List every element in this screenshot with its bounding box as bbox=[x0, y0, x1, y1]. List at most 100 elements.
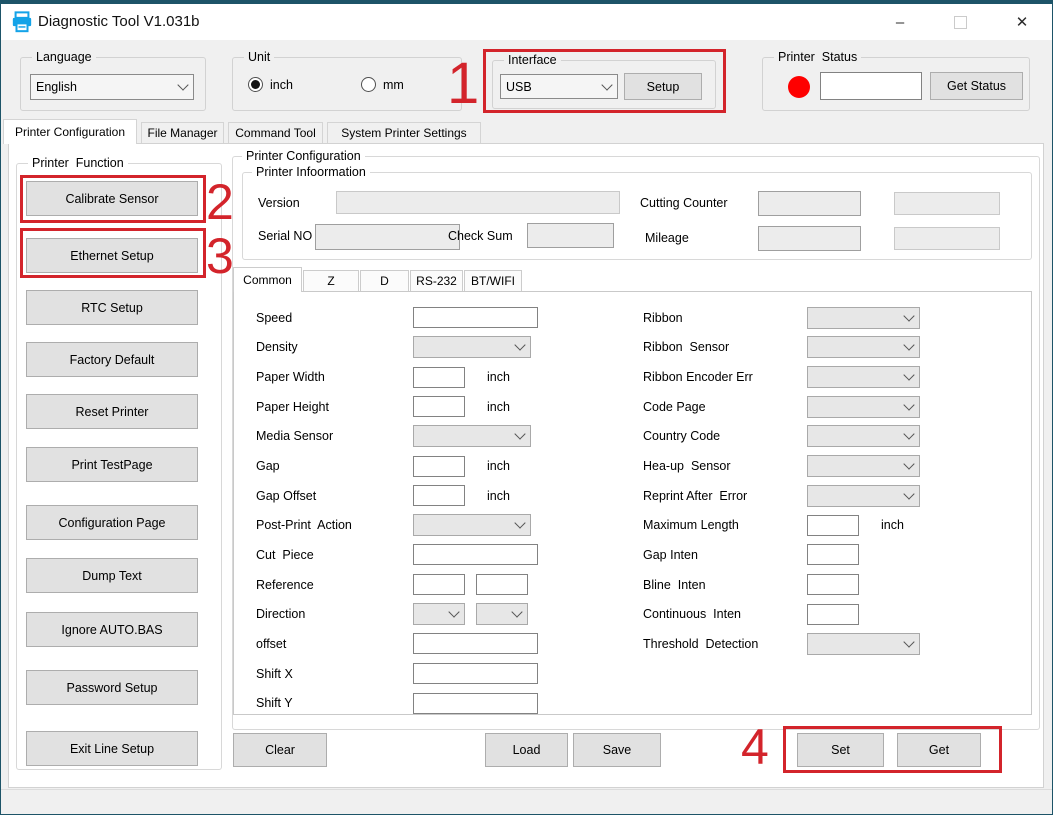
unit-radio-inch[interactable] bbox=[248, 77, 263, 92]
threshold-detection-row: Threshold Detection bbox=[643, 629, 983, 659]
config-tab-d[interactable]: D bbox=[360, 270, 409, 291]
gap-inten-input[interactable] bbox=[807, 544, 859, 565]
tab-file-manager[interactable]: File Manager bbox=[141, 122, 224, 143]
printer-status-field[interactable] bbox=[820, 72, 922, 100]
hea-up-sensor-select[interactable] bbox=[807, 455, 920, 477]
country-code-row: Country Code bbox=[643, 422, 983, 452]
reset-printer-button[interactable]: Reset Printer bbox=[26, 394, 198, 429]
threshold-detection-select[interactable] bbox=[807, 633, 920, 655]
hea-up-sensor-row: Hea-up Sensor bbox=[643, 451, 983, 481]
country-code-label: Country Code bbox=[643, 429, 807, 443]
media-sensor-row: Media Sensor bbox=[256, 422, 586, 452]
chevron-down-icon bbox=[177, 79, 188, 90]
set-button[interactable]: Set bbox=[797, 733, 884, 767]
ribbon-select[interactable] bbox=[807, 307, 920, 329]
paper-width-row: Paper Widthinch bbox=[256, 362, 586, 392]
ribbon-row: Ribbon bbox=[643, 303, 983, 333]
unit-option-mm: mm bbox=[361, 77, 404, 92]
direction-label: Direction bbox=[256, 607, 413, 621]
config-tab-btwifi[interactable]: BT/WIFI bbox=[464, 270, 522, 291]
maximum-length-row: Maximum Lengthinch bbox=[643, 510, 983, 540]
unit-radio-mm[interactable] bbox=[361, 77, 376, 92]
tab-system-printer-settings[interactable]: System Printer Settings bbox=[327, 122, 481, 143]
cutting-counter-label: Cutting Counter bbox=[640, 196, 728, 210]
status-indicator bbox=[788, 76, 810, 98]
maximum-length-unit-label: inch bbox=[881, 518, 904, 532]
country-code-select[interactable] bbox=[807, 425, 920, 447]
setup-button[interactable]: Setup bbox=[624, 73, 702, 100]
reference-input-1[interactable] bbox=[413, 574, 465, 595]
offset-label: offset bbox=[256, 637, 413, 651]
language-select[interactable]: English bbox=[30, 74, 194, 100]
save-button[interactable]: Save bbox=[573, 733, 661, 767]
reference-input-2[interactable] bbox=[476, 574, 528, 595]
dump-text-button[interactable]: Dump Text bbox=[26, 558, 198, 593]
clear-button[interactable]: Clear bbox=[233, 733, 327, 767]
gap-offset-unit-label: inch bbox=[487, 489, 510, 503]
post-print-action-select[interactable] bbox=[413, 514, 531, 536]
cutting-counter-field-1 bbox=[758, 191, 861, 216]
check-sum-label: Check Sum bbox=[448, 229, 513, 243]
continuous-inten-label: Continuous Inten bbox=[643, 607, 807, 621]
paper-height-input[interactable] bbox=[413, 396, 465, 417]
maximize-icon bbox=[954, 16, 967, 29]
get-status-button[interactable]: Get Status bbox=[930, 72, 1023, 100]
ethernet-setup-button[interactable]: Ethernet Setup bbox=[26, 238, 198, 273]
gap-offset-row: Gap Offset inch bbox=[256, 481, 586, 511]
gap-offset-label: Gap Offset bbox=[256, 489, 413, 503]
paper-width-input[interactable] bbox=[413, 367, 465, 388]
printer-configuration-title: Printer Configuration bbox=[242, 149, 365, 163]
config-tab-z[interactable]: Z bbox=[303, 270, 359, 291]
tab-printer-configuration[interactable]: Printer Configuration bbox=[3, 119, 137, 144]
exit-line-setup-button[interactable]: Exit Line Setup bbox=[26, 731, 198, 766]
ribbon-encoder-err-select[interactable] bbox=[807, 366, 920, 388]
chevron-down-icon bbox=[903, 340, 914, 351]
interface-select[interactable]: USB bbox=[500, 74, 618, 99]
config-tab-common[interactable]: Common bbox=[233, 267, 302, 292]
mileage-label: Mileage bbox=[645, 231, 689, 245]
reference-row: Reference bbox=[256, 570, 586, 600]
offset-input[interactable] bbox=[413, 633, 538, 654]
density-row: Density bbox=[256, 333, 586, 363]
bline-inten-input[interactable] bbox=[807, 574, 859, 595]
interface-label: Interface bbox=[504, 53, 561, 67]
configuration-page-button[interactable]: Configuration Page bbox=[26, 505, 198, 540]
reprint-after-error-select[interactable] bbox=[807, 485, 920, 507]
minimize-button[interactable]: – bbox=[878, 4, 922, 40]
cut-piece-row: Cut Piece bbox=[256, 540, 586, 570]
gap-unit-label: inch bbox=[487, 459, 510, 473]
shift-x-input[interactable] bbox=[413, 663, 538, 684]
maximum-length-input[interactable] bbox=[807, 515, 859, 536]
serial-no-field bbox=[315, 224, 460, 250]
load-button[interactable]: Load bbox=[485, 733, 568, 767]
direction-select-2[interactable] bbox=[476, 603, 528, 625]
close-button[interactable]: ✕ bbox=[1000, 4, 1044, 40]
calibrate-sensor-button[interactable]: Calibrate Sensor bbox=[26, 181, 198, 216]
config-tab-rs-232[interactable]: RS-232 bbox=[410, 270, 463, 291]
app-window: Diagnostic Tool V1.031b – ✕ Language Eng… bbox=[0, 0, 1053, 815]
post-print-action-row: Post-Print Action bbox=[256, 510, 586, 540]
ribbon-sensor-select[interactable] bbox=[807, 336, 920, 358]
factory-default-button[interactable]: Factory Default bbox=[26, 342, 198, 377]
print-testpage-button[interactable]: Print TestPage bbox=[26, 447, 198, 482]
gap-input[interactable] bbox=[413, 456, 465, 477]
printer-function-title: Printer Function bbox=[28, 156, 128, 170]
gap-offset-input[interactable] bbox=[413, 485, 465, 506]
tab-command-tool[interactable]: Command Tool bbox=[228, 122, 323, 143]
direction-select-1[interactable] bbox=[413, 603, 465, 625]
speed-label: Speed bbox=[256, 311, 413, 325]
reprint-after-error-label: Reprint After Error bbox=[643, 489, 807, 503]
shift-y-input[interactable] bbox=[413, 693, 538, 714]
hea-up-sensor-label: Hea-up Sensor bbox=[643, 459, 807, 473]
density-select[interactable] bbox=[413, 336, 531, 358]
continuous-inten-input[interactable] bbox=[807, 604, 859, 625]
ignore-autobas-button[interactable]: Ignore AUTO.BAS bbox=[26, 612, 198, 647]
cut-piece-input[interactable] bbox=[413, 544, 538, 565]
password-setup-button[interactable]: Password Setup bbox=[26, 670, 198, 705]
rtc-setup-button[interactable]: RTC Setup bbox=[26, 290, 198, 325]
speed-input[interactable] bbox=[413, 307, 538, 328]
mileage-field-2 bbox=[894, 227, 1000, 250]
media-sensor-select[interactable] bbox=[413, 425, 531, 447]
get-button[interactable]: Get bbox=[897, 733, 981, 767]
code-page-select[interactable] bbox=[807, 396, 920, 418]
